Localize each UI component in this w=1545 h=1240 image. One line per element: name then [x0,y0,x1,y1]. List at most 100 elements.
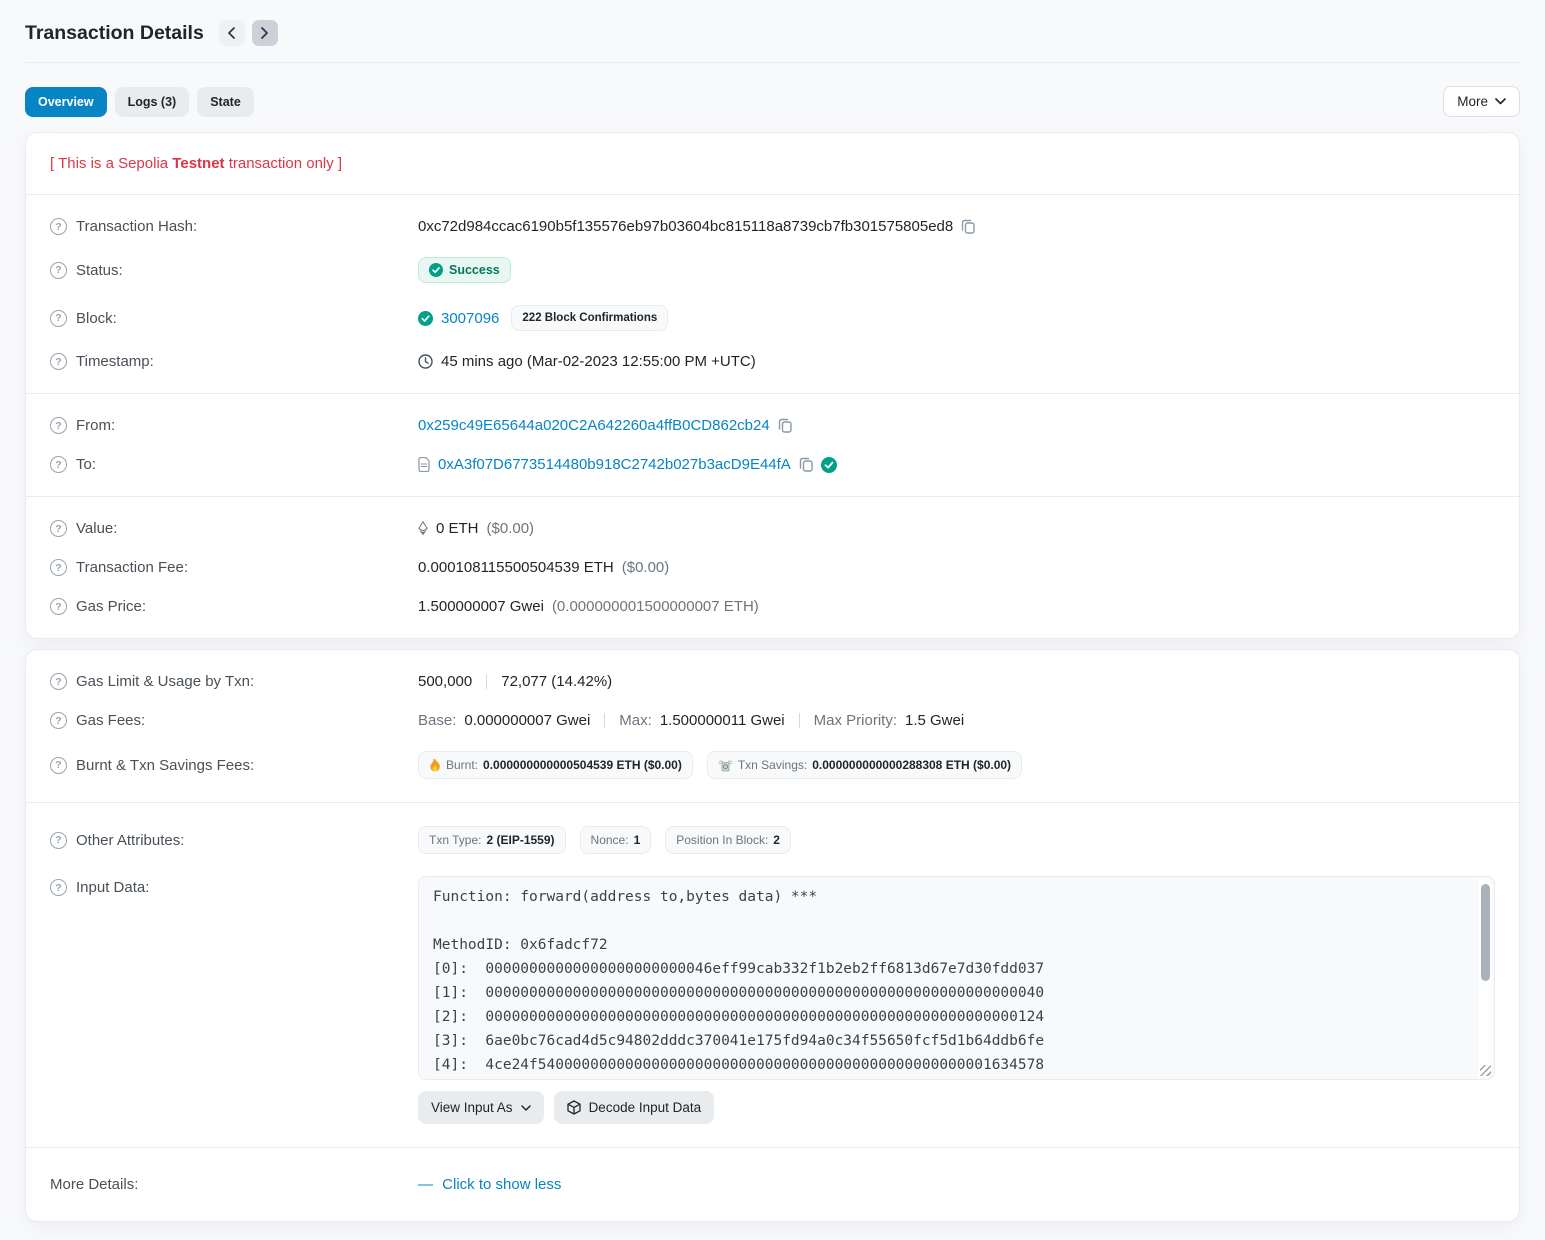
more-details-label: More Details: [50,1176,138,1193]
status-badge: Success [418,257,511,283]
previous-transaction-button[interactable] [219,20,245,46]
gas-limit-label: Gas Limit & Usage by Txn: [76,673,254,690]
check-circle-icon [429,263,443,277]
transaction-details-card: ? Gas Limit & Usage by Txn: 500,000 72,0… [25,649,1520,1222]
help-icon[interactable]: ? [50,417,67,434]
help-icon[interactable]: ? [50,520,67,537]
gas-price-row: ? Gas Price: 1.500000007 Gwei (0.0000000… [50,587,1495,626]
from-row: ? From: 0x259c49E65644a020C2A642260a4ffB… [50,406,1495,445]
scrollbar-thumb[interactable] [1481,884,1490,981]
position-in-block-value: 2 [773,833,780,847]
max-fee-label: Max: [619,712,652,729]
value-row: ? Value: 0 ETH ($0.00) [50,509,1495,548]
base-fee-label: Base: [418,712,456,729]
other-attributes-row: ? Other Attributes: Txn Type: 2 (EIP-155… [50,815,1495,865]
burnt-fees-label: Burnt & Txn Savings Fees: [76,757,254,774]
decode-input-data-button[interactable]: Decode Input Data [554,1091,715,1124]
testnet-notice-section: [ This is a Sepolia Testnet transaction … [26,133,1519,195]
copy-to-address-button[interactable] [799,457,813,472]
tab-state[interactable]: State [197,87,254,117]
tab-logs[interactable]: Logs (3) [115,87,190,117]
burnt-fees-row: ? Burnt & Txn Savings Fees: Burnt: 0.000… [50,740,1495,790]
from-label: From: [76,417,115,434]
chevron-left-icon [227,27,236,39]
chevron-down-icon [1495,98,1506,105]
view-input-as-label: View Input As [431,1100,513,1115]
block-row: ? Block: 3007096 222 Block Confirmations [50,294,1495,342]
copy-icon [799,457,813,472]
from-address-link[interactable]: 0x259c49E65644a020C2A642260a4ffB0CD862cb… [418,417,770,434]
resize-handle[interactable] [1480,1065,1491,1076]
help-icon[interactable]: ? [50,757,67,774]
show-less-text: Click to show less [442,1176,561,1193]
help-icon[interactable]: ? [50,353,67,370]
input-data-row: ? Input Data: Function: forward(address … [50,865,1495,1135]
copy-icon [961,219,975,234]
copy-from-address-button[interactable] [778,418,792,433]
txn-type-value: 2 (EIP-1559) [486,833,554,847]
burnt-badge-label: Burnt: [446,758,478,772]
fire-icon [429,758,441,772]
help-icon[interactable]: ? [50,832,67,849]
to-address-link[interactable]: 0xA3f07D6773514480b918C2742b027b3acD9E44… [438,456,791,473]
input-data-box[interactable]: Function: forward(address to,bytes data)… [418,876,1495,1080]
gas-fees-label: Gas Fees: [76,712,145,729]
max-fee-value: 1.500000011 Gwei [660,712,785,729]
transaction-fee-usd: ($0.00) [622,559,670,576]
chevron-down-icon [521,1105,531,1111]
view-input-as-button[interactable]: View Input As [418,1091,544,1124]
page-title: Transaction Details [25,22,204,45]
block-confirmations-badge: 222 Block Confirmations [511,305,668,331]
max-priority-fee-value: 1.5 Gwei [905,712,964,729]
status-label: Status: [76,262,123,279]
cube-icon [567,1100,581,1115]
input-data-label: Input Data: [76,879,149,896]
more-details-section: More Details: — Click to show less [26,1148,1519,1221]
other-attributes-label: Other Attributes: [76,832,184,849]
decode-input-data-label: Decode Input Data [589,1100,702,1115]
position-in-block-badge: Position In Block: 2 [665,826,791,854]
help-icon[interactable]: ? [50,218,67,235]
contract-file-icon [418,457,430,472]
help-icon[interactable]: ? [50,879,67,896]
help-icon[interactable]: ? [50,456,67,473]
help-icon[interactable]: ? [50,310,67,327]
transaction-summary-card: [ This is a Sepolia Testnet transaction … [25,132,1520,639]
copy-tx-hash-button[interactable] [961,219,975,234]
divider [799,713,800,728]
value-label: Value: [76,520,117,537]
help-icon[interactable]: ? [50,559,67,576]
help-icon[interactable]: ? [50,598,67,615]
ethereum-icon [418,521,428,536]
divider [604,713,605,728]
block-number-link[interactable]: 3007096 [441,310,499,327]
next-transaction-button[interactable] [252,20,278,46]
show-less-link[interactable]: — Click to show less [418,1176,561,1193]
testnet-notice: [ This is a Sepolia Testnet transaction … [50,145,1495,182]
nonce-badge: Nonce: 1 [580,826,652,854]
transaction-fee-row: ? Transaction Fee: 0.000108115500504539 … [50,548,1495,587]
more-dropdown-button[interactable]: More [1443,86,1520,117]
scrollbar-track[interactable] [1479,879,1492,1077]
attributes-input-section: ? Other Attributes: Txn Type: 2 (EIP-155… [26,803,1519,1148]
timestamp-label: Timestamp: [76,353,154,370]
tab-overview[interactable]: Overview [25,87,107,117]
help-icon[interactable]: ? [50,262,67,279]
nonce-value: 1 [634,833,641,847]
help-icon[interactable]: ? [50,673,67,690]
help-icon[interactable]: ? [50,712,67,729]
max-priority-fee-label: Max Priority: [814,712,897,729]
gas-used-value: 72,077 (14.42%) [501,673,612,690]
gas-limit-row: ? Gas Limit & Usage by Txn: 500,000 72,0… [50,662,1495,701]
status-row: ? Status: Success [50,246,1495,294]
txn-savings-badge-label: Txn Savings: [738,758,807,772]
minus-icon: — [418,1176,433,1193]
page: Transaction Details Overview Logs (3) St… [0,0,1545,1240]
input-data-text: Function: forward(address to,bytes data)… [433,885,1460,1080]
to-label: To: [76,456,96,473]
tx-hash-label: Transaction Hash: [76,218,197,235]
transaction-fee-label: Transaction Fee: [76,559,188,576]
base-fee-value: 0.000000007 Gwei [464,712,590,729]
hash-status-section: ? Transaction Hash: 0xc72d984ccac6190b5f… [26,195,1519,394]
input-data-actions: View Input As Decode Input Data [418,1091,1495,1124]
